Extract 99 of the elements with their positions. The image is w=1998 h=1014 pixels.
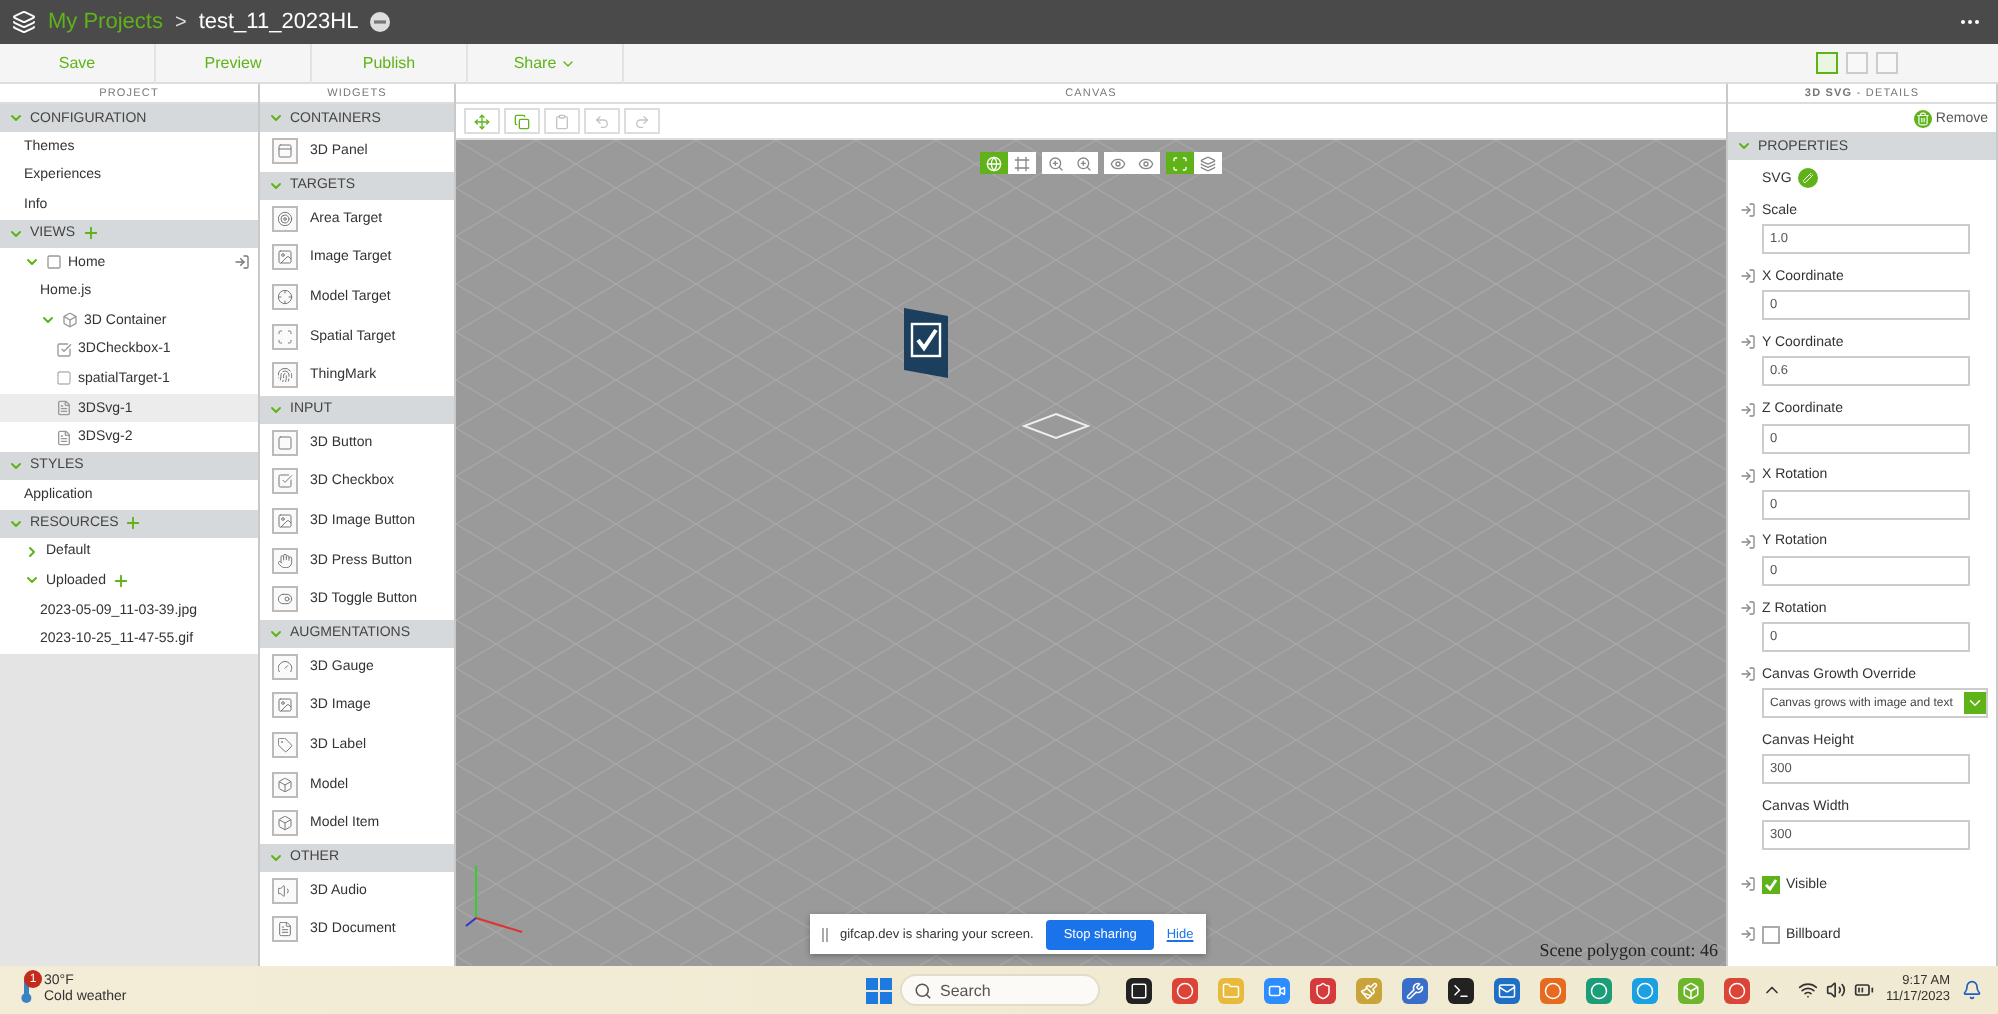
tool-button[interactable] xyxy=(504,108,540,134)
target-icon xyxy=(1172,155,1188,171)
paste-icon xyxy=(554,113,570,129)
widget-icon xyxy=(272,138,298,165)
checkbox[interactable] xyxy=(1762,875,1780,894)
binding-icon[interactable] xyxy=(1740,401,1756,418)
battery-icon[interactable] xyxy=(1853,980,1874,1000)
edit-icon[interactable] xyxy=(1797,168,1818,188)
drag-handle-icon xyxy=(822,927,828,941)
layout-button[interactable] xyxy=(1816,52,1838,74)
widget-icon xyxy=(272,810,298,837)
caret-icon xyxy=(1964,692,1986,715)
widget-icon xyxy=(272,323,298,350)
eye-icon xyxy=(1138,155,1154,171)
frame-icon xyxy=(1014,155,1030,171)
chevron-down-icon[interactable] xyxy=(24,254,40,271)
view-toggle-button[interactable] xyxy=(1070,152,1098,174)
speaker-icon[interactable] xyxy=(1825,980,1846,1000)
binding-icon[interactable] xyxy=(1740,202,1756,218)
wifi-icon[interactable] xyxy=(1797,980,1818,1000)
app-icon[interactable] xyxy=(1448,977,1474,1003)
widget-icon xyxy=(272,771,298,798)
file-icon xyxy=(56,400,72,417)
chevron-down-icon[interactable] xyxy=(268,401,284,418)
chevron-right-icon[interactable] xyxy=(24,543,40,560)
add-icon[interactable] xyxy=(111,571,130,590)
start-icon[interactable] xyxy=(866,977,892,1003)
zoom-icon xyxy=(1048,155,1064,171)
binding-icon[interactable] xyxy=(1740,876,1756,893)
chevron-down-icon[interactable] xyxy=(8,225,24,242)
binding-icon[interactable] xyxy=(1740,926,1756,943)
polygon-count: Scene polygon count: 46 xyxy=(1539,940,1718,960)
chevron-down-icon[interactable] xyxy=(268,110,284,126)
undo-icon xyxy=(594,113,610,129)
widget-icon xyxy=(272,653,298,680)
breadcrumb-separator: > xyxy=(174,11,187,33)
checkbox-icon xyxy=(56,341,72,358)
binding-icon[interactable] xyxy=(1740,268,1756,285)
add-icon[interactable] xyxy=(124,514,143,533)
widget-icon xyxy=(272,916,298,943)
widget-icon xyxy=(272,547,298,574)
redo-icon xyxy=(634,113,650,129)
widget-icon xyxy=(272,244,298,271)
checkbox[interactable] xyxy=(1762,925,1780,944)
search-icon xyxy=(914,981,932,999)
project-name: test_11_2023HL xyxy=(198,10,359,34)
chevron-down-icon[interactable] xyxy=(8,515,24,532)
layers-icon[interactable] xyxy=(12,10,36,34)
chevron-down-icon[interactable] xyxy=(24,572,40,589)
search-field[interactable]: Search xyxy=(900,974,1100,1006)
view-toggle-button[interactable] xyxy=(1132,152,1160,174)
target-icon xyxy=(56,370,72,387)
zoom-icon xyxy=(1076,155,1092,171)
widget-icon xyxy=(272,362,298,389)
cube-icon xyxy=(62,312,78,329)
view-toggle-button[interactable] xyxy=(980,152,1008,174)
binding-icon[interactable] xyxy=(1740,467,1756,484)
view-toggle-button[interactable] xyxy=(1042,152,1070,174)
axis-gizmo-drawing xyxy=(464,862,524,934)
add-icon xyxy=(474,113,490,129)
widget-icon xyxy=(272,692,298,719)
chevron-down-icon[interactable] xyxy=(268,177,284,194)
app-icon[interactable] xyxy=(1126,977,1152,1003)
widget-icon xyxy=(272,586,298,613)
page-icon xyxy=(46,254,62,271)
tool-button[interactable] xyxy=(464,108,500,134)
add-icon[interactable] xyxy=(81,224,100,243)
trash-icon xyxy=(1913,109,1932,127)
layers-icon xyxy=(1200,155,1216,171)
chevron-down-icon[interactable] xyxy=(8,110,24,126)
chevron-down-icon[interactable] xyxy=(268,625,284,642)
binding-icon[interactable] xyxy=(1740,600,1756,617)
origin-marker-drawing xyxy=(1022,412,1090,440)
orbit-icon xyxy=(986,155,1002,171)
eye-icon xyxy=(1110,155,1126,171)
widget-icon xyxy=(272,468,298,495)
bell-icon[interactable] xyxy=(1962,980,1982,1000)
chevron-down-icon[interactable] xyxy=(8,457,24,474)
widget-icon xyxy=(272,732,298,759)
copy-icon xyxy=(514,113,530,129)
binding-icon[interactable] xyxy=(1740,334,1756,351)
view-toggle-button[interactable] xyxy=(1166,152,1194,174)
chevron-down-icon[interactable] xyxy=(268,849,284,865)
widget-icon xyxy=(272,508,298,535)
widget-icon xyxy=(272,429,298,456)
widget-icon xyxy=(272,205,298,232)
binding-icon[interactable] xyxy=(1740,533,1756,550)
status-icon xyxy=(370,12,391,32)
view-toggle-button[interactable] xyxy=(1194,152,1222,174)
chevron-down-icon[interactable] xyxy=(40,312,56,329)
file-icon xyxy=(56,429,72,446)
widget-icon xyxy=(272,284,298,311)
binding-icon[interactable] xyxy=(1740,666,1756,683)
view-toggle-button[interactable] xyxy=(1008,152,1036,174)
binding-icon[interactable] xyxy=(234,254,250,271)
widget-icon xyxy=(272,877,298,904)
checkbox-tile-drawing xyxy=(900,304,952,380)
view-toggle-button[interactable] xyxy=(1104,152,1132,174)
chevron-down-icon[interactable] xyxy=(1736,138,1752,154)
